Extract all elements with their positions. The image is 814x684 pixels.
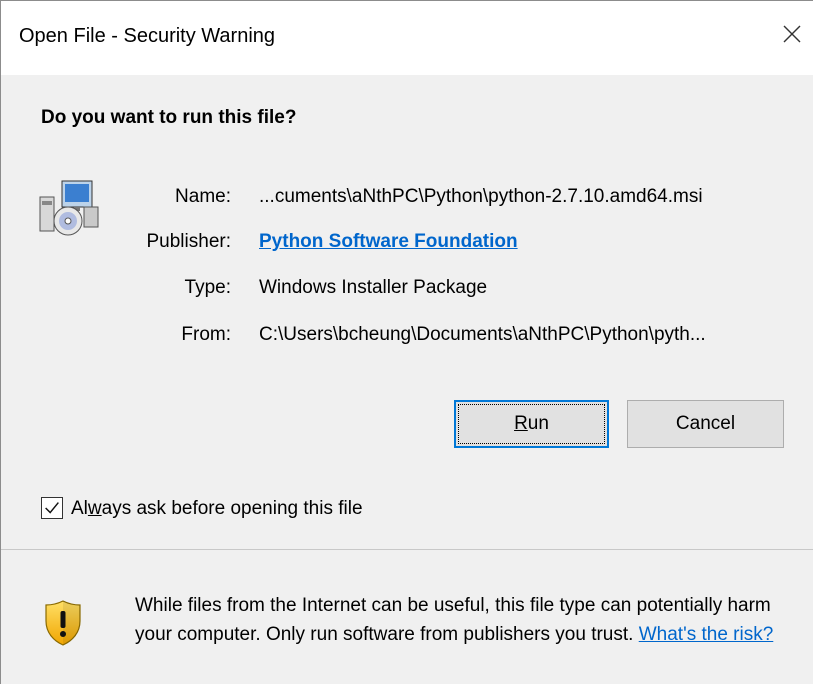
whats-the-risk-link[interactable]: What's the risk? [639, 624, 774, 645]
dialog-question: Do you want to run this file? [41, 107, 297, 128]
warning-shield-icon [45, 600, 81, 646]
field-publisher-label: Publisher: [146, 231, 232, 252]
run-button[interactable]: Run [454, 400, 609, 448]
warning-message: While files from the Internet can be use… [135, 591, 795, 649]
always-ask-label-pre: Al [71, 498, 88, 519]
field-name-label: Name: [175, 186, 231, 207]
always-ask-label-mnemonic: w [87, 498, 102, 519]
publisher-link[interactable]: Python Software Foundation [259, 231, 518, 253]
always-ask-label-post: ays ask before opening this file [101, 498, 363, 519]
field-type-value: Windows Installer Package [259, 277, 488, 298]
security-warning-dialog: Open File - Security Warning Do you want… [0, 0, 813, 684]
cancel-button[interactable]: Cancel [627, 400, 784, 448]
always-ask-label[interactable]: Always ask before opening this file [71, 498, 363, 520]
divider [1, 549, 813, 550]
field-from-label: From: [181, 324, 231, 345]
always-ask-checkbox[interactable] [41, 497, 63, 519]
field-name-value: ...cuments\aNthPC\Python\python-2.7.10.a… [259, 186, 703, 207]
field-type-label: Type: [184, 277, 231, 298]
field-from-value: C:\Users\bcheung\Documents\aNthPC\Python… [259, 324, 706, 345]
focus-rectangle [458, 404, 605, 444]
close-icon[interactable] [777, 19, 807, 49]
window-title: Open File - Security Warning [19, 25, 276, 47]
title-bar: Open File - Security Warning [1, 1, 813, 75]
